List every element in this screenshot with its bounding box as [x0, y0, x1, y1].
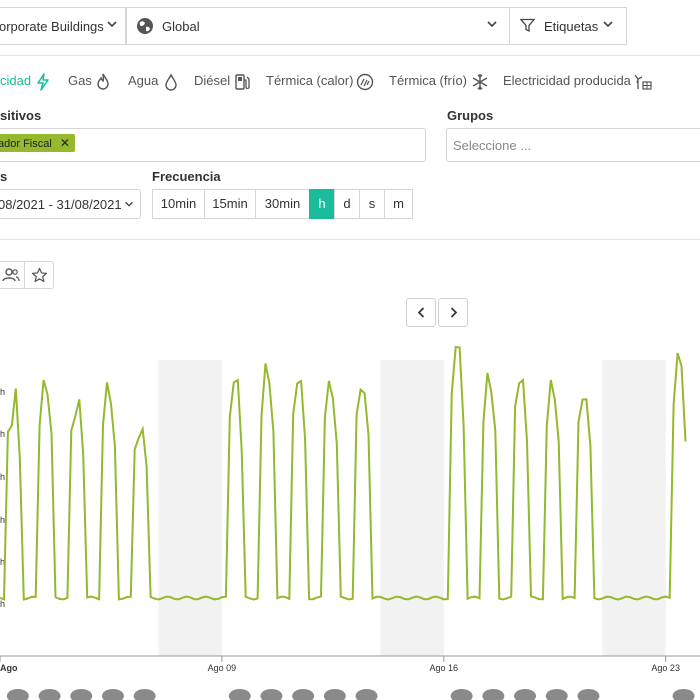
date-range-picker[interactable]: 08/2021 - 31/08/2021 — [0, 189, 141, 219]
tab-water-label: Agua — [128, 73, 159, 88]
tab-thermal-cold-label: Térmica (frío) — [389, 73, 467, 88]
groups-select[interactable]: Seleccione ... — [446, 128, 700, 162]
tab-water[interactable]: Agua — [128, 73, 177, 91]
consumption-series-line — [0, 345, 687, 601]
navigator-day-mark — [545, 689, 568, 700]
tags-filter-select[interactable]: Etiquetas — [509, 7, 627, 45]
fuel-pump-icon — [235, 74, 250, 90]
snowflake-icon — [472, 74, 488, 90]
chevron-down-icon — [603, 21, 613, 28]
freq-10min-button[interactable]: 10min — [152, 189, 205, 219]
tab-electricity-label: cidad — [0, 73, 32, 88]
navigator-day-mark — [672, 689, 695, 700]
y-tick-label: h — [0, 429, 5, 439]
navigator-day-mark — [355, 689, 378, 700]
building-group-select[interactable]: orporate Buildings — [0, 7, 126, 45]
x-tick-label: Ago 23 — [651, 663, 680, 673]
tags-label: Etiquetas — [544, 19, 599, 34]
weekend-band — [602, 360, 666, 656]
navigator-day-mark — [514, 689, 537, 700]
navigator-day-mark — [38, 689, 61, 700]
filter-icon — [520, 18, 535, 33]
y-tick-label: h — [0, 472, 5, 482]
building-group-value: orporate Buildings — [0, 19, 104, 34]
freq-week-button[interactable]: s — [359, 189, 385, 219]
scope-value: Global — [162, 19, 200, 34]
compare-users-button[interactable] — [0, 261, 25, 289]
tab-thermal-heat-label: Térmica (calor) — [266, 73, 354, 88]
devices-label: sitivos — [0, 108, 42, 123]
next-period-button[interactable] — [438, 298, 468, 327]
top-bar: orporate Buildings Global Etiquetas — [0, 0, 700, 56]
tab-electricity[interactable]: cidad — [0, 73, 49, 91]
tab-thermal-cold[interactable]: Térmica (frío) — [389, 73, 488, 90]
water-drop-icon — [165, 73, 177, 91]
weekend-band — [380, 360, 444, 656]
navigator-day-mark — [450, 689, 473, 700]
tab-gas-label: Gas — [68, 73, 92, 88]
tab-electricity-produced[interactable]: Electricidad producida — [503, 73, 652, 90]
tab-thermal-heat[interactable]: Térmica (calor) — [266, 73, 374, 91]
chevron-down-icon — [125, 201, 133, 207]
groups-placeholder: Seleccione ... — [453, 138, 532, 153]
chevron-down-icon — [487, 21, 497, 28]
favorite-button[interactable] — [24, 261, 54, 289]
device-chip: ador Fiscal ✕ — [0, 134, 75, 152]
users-icon — [2, 268, 20, 282]
y-tick-label: h — [0, 515, 5, 525]
weekend-band — [158, 360, 222, 656]
consumption-line-chart: hhhhhh Ago Ago 09 Ago 16 Ago 23 — [0, 345, 700, 700]
globe-icon — [137, 18, 153, 34]
dates-label: s — [0, 169, 8, 184]
tab-diesel-label: Diésel — [194, 73, 231, 88]
navigator-day-mark — [70, 689, 93, 700]
freq-15min-button[interactable]: 15min — [204, 189, 256, 219]
x-tick-label: Ago 16 — [430, 663, 459, 673]
heat-icon — [356, 73, 374, 91]
wind-solar-icon — [634, 74, 652, 90]
navigator-day-mark — [260, 689, 283, 700]
x-tick-label: Ago — [0, 663, 18, 673]
chevron-down-icon — [107, 21, 117, 28]
x-tick-label: Ago 09 — [208, 663, 237, 673]
chevron-right-icon — [450, 307, 458, 318]
navigator-day-mark — [482, 689, 505, 700]
tab-electricity-produced-label: Electricidad producida — [503, 73, 631, 88]
previous-period-button[interactable] — [406, 298, 436, 327]
flame-icon — [97, 73, 109, 90]
y-tick-label: h — [0, 387, 5, 397]
freq-day-button[interactable]: d — [334, 189, 360, 219]
navigator-day-mark — [292, 689, 315, 700]
navigator-day-mark — [101, 689, 124, 700]
navigator-day-mark — [228, 689, 251, 700]
lightning-icon — [37, 73, 49, 91]
navigator-day-mark — [6, 689, 29, 700]
date-range-value: 08/2021 - 31/08/2021 — [0, 197, 122, 212]
freq-month-button[interactable]: m — [384, 189, 413, 219]
tab-diesel[interactable]: Diésel — [194, 73, 250, 90]
chevron-left-icon — [417, 307, 425, 318]
frequency-label: Frecuencia — [152, 169, 221, 184]
freq-30min-button[interactable]: 30min — [255, 189, 310, 219]
navigator-day-mark — [577, 689, 600, 700]
devices-multiselect[interactable]: ador Fiscal ✕ — [0, 128, 426, 162]
scope-select[interactable]: Global — [126, 7, 510, 45]
device-chip-label: ador Fiscal — [0, 138, 52, 150]
star-icon — [31, 267, 48, 283]
section-divider — [0, 239, 700, 240]
groups-label: Grupos — [447, 108, 494, 123]
navigator-day-mark — [323, 689, 346, 700]
freq-hour-button[interactable]: h — [309, 189, 335, 219]
remove-chip-icon[interactable]: ✕ — [60, 136, 70, 150]
navigator-day-mark — [133, 689, 156, 700]
tab-gas[interactable]: Gas — [68, 73, 109, 90]
